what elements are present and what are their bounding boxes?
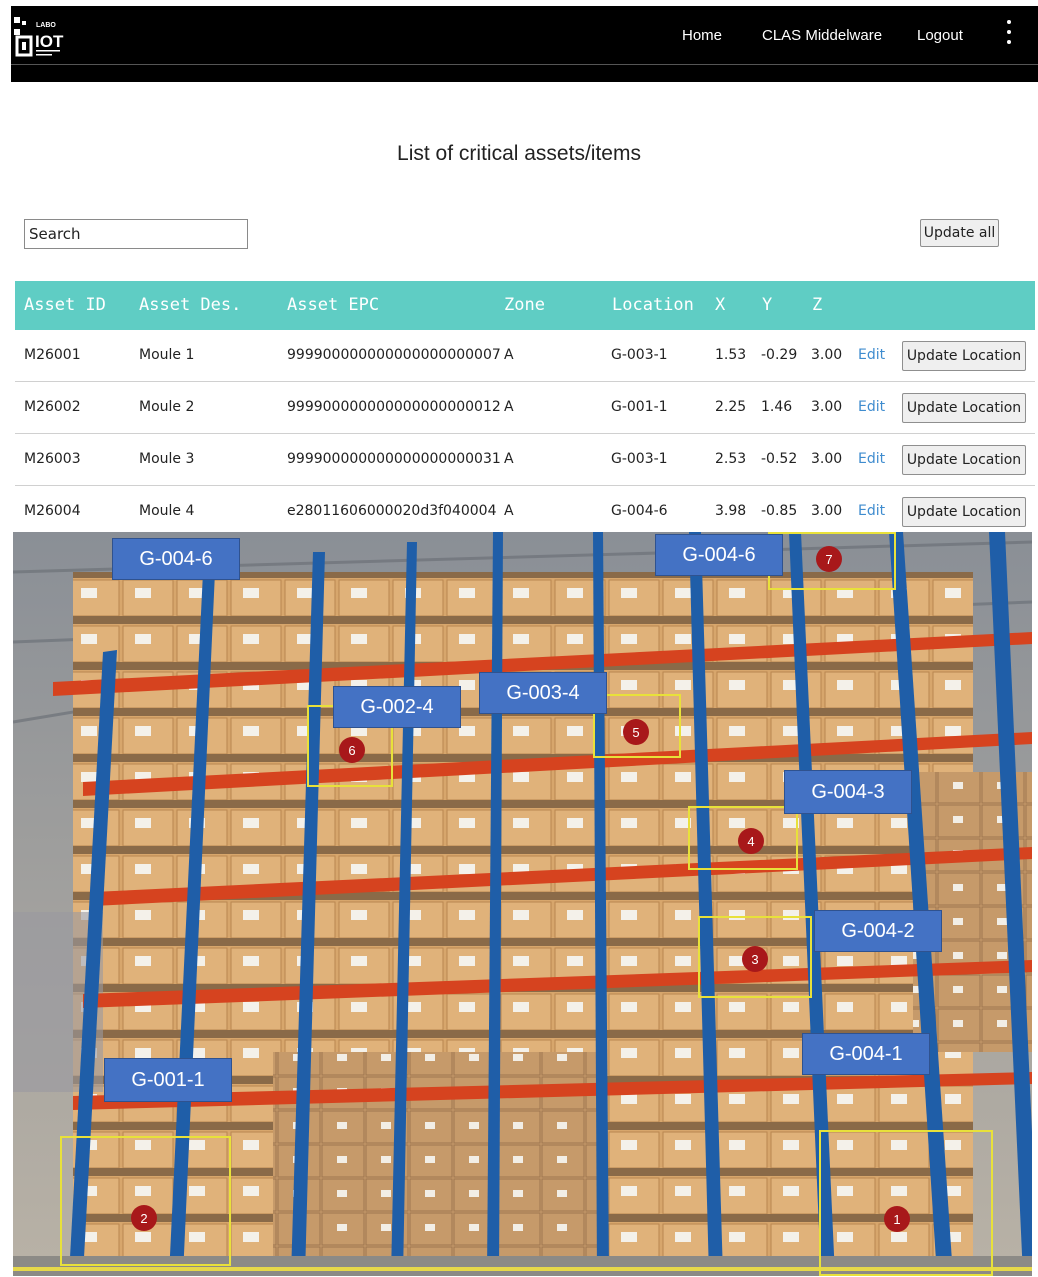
cell-asset-epc: 999900000000000000000007 xyxy=(287,347,501,363)
cell-location: G-003-1 xyxy=(611,347,668,363)
warehouse-image: G-004-6 G-004-6 G-002-4 G-003-4 G-004-3 … xyxy=(13,532,1032,1276)
location-label: G-004-6 xyxy=(655,534,783,576)
cell-x: 1.53 xyxy=(715,347,747,363)
location-label: G-004-3 xyxy=(784,770,912,814)
table-row: M26001 Moule 1 999900000000000000000007 … xyxy=(15,330,1035,382)
nav-logout-label[interactable]: Logout xyxy=(917,27,963,44)
cell-x: 2.53 xyxy=(715,451,747,467)
nav-home-label[interactable]: Home xyxy=(682,27,722,44)
cell-x: 2.25 xyxy=(715,399,747,415)
marker-4: 4 xyxy=(738,828,764,854)
col-zone: Zone xyxy=(504,295,545,315)
table-row: M26003 Moule 3 999900000000000000000031 … xyxy=(15,434,1035,486)
col-y: Y xyxy=(762,295,773,315)
edit-link[interactable]: Edit xyxy=(858,503,885,519)
cell-asset-epc: 999900000000000000000031 xyxy=(287,451,501,467)
assets-table: Asset ID Asset Des. Asset EPC Zone Locat… xyxy=(15,281,1035,538)
marker-5: 5 xyxy=(623,719,649,745)
update-location-button[interactable]: Update Location xyxy=(902,341,1026,371)
update-location-button[interactable]: Update Location xyxy=(902,497,1026,527)
edit-link[interactable]: Edit xyxy=(858,347,885,363)
cell-asset-id: M26004 xyxy=(24,503,81,519)
cell-asset-des: Moule 4 xyxy=(139,503,195,519)
location-label: G-004-1 xyxy=(802,1033,930,1075)
cell-zone: A xyxy=(504,451,514,467)
cell-x: 3.98 xyxy=(715,503,747,519)
update-all-button[interactable]: Update all xyxy=(920,219,999,247)
cell-asset-des: Moule 2 xyxy=(139,399,195,415)
edit-link[interactable]: Edit xyxy=(858,451,885,467)
cell-z: 3.00 xyxy=(811,451,843,467)
nav-clas-middelware[interactable]: CLAS Middelware xyxy=(762,6,882,64)
location-label: G-004-6 xyxy=(112,538,240,580)
cell-zone: A xyxy=(504,399,514,415)
cell-z: 3.00 xyxy=(811,503,843,519)
top-navbar: LABO IOT Home CLAS Middelware Logout xyxy=(11,6,1038,64)
cell-asset-des: Moule 3 xyxy=(139,451,195,467)
svg-text:LABO: LABO xyxy=(36,22,56,29)
location-label: G-003-4 xyxy=(479,672,607,714)
cell-zone: A xyxy=(504,503,514,519)
table-row: M26004 Moule 4 e28011606000020d3f040004 … xyxy=(15,486,1035,538)
cell-asset-epc: e28011606000020d3f040004 xyxy=(287,503,497,519)
cell-asset-id: M26002 xyxy=(24,399,81,415)
cell-location: G-001-1 xyxy=(611,399,668,415)
cell-y: -0.85 xyxy=(761,503,798,519)
highlight-box-1 xyxy=(819,1130,993,1276)
table-row: M26002 Moule 2 999900000000000000000012 … xyxy=(15,382,1035,434)
svg-text:IOT: IOT xyxy=(35,32,64,51)
cell-location: G-003-1 xyxy=(611,451,668,467)
location-label: G-002-4 xyxy=(333,686,461,728)
marker-1: 1 xyxy=(884,1206,910,1232)
marker-2: 2 xyxy=(131,1205,157,1231)
cell-y: 1.46 xyxy=(761,399,793,415)
more-menu-icon[interactable] xyxy=(1001,20,1017,44)
cell-asset-epc: 999900000000000000000012 xyxy=(287,399,501,415)
location-label: G-004-2 xyxy=(814,910,942,952)
nav-home[interactable]: Home xyxy=(682,6,722,64)
nav-clas-label[interactable]: CLAS Middelware xyxy=(762,27,882,44)
cell-y: -0.52 xyxy=(761,451,798,467)
col-x: X xyxy=(715,295,726,315)
col-asset-des: Asset Des. xyxy=(139,295,242,315)
cell-asset-des: Moule 1 xyxy=(139,347,195,363)
update-location-button[interactable]: Update Location xyxy=(902,393,1026,423)
labo-iot-logo[interactable]: LABO IOT xyxy=(14,17,76,59)
edit-link[interactable]: Edit xyxy=(858,399,885,415)
marker-3: 3 xyxy=(742,946,768,972)
search-input[interactable] xyxy=(24,219,248,249)
cell-zone: A xyxy=(504,347,514,363)
cell-z: 3.00 xyxy=(811,347,843,363)
location-label: G-001-1 xyxy=(104,1058,232,1102)
marker-7: 7 xyxy=(816,546,842,572)
page-title: List of critical assets/items xyxy=(397,142,641,165)
nav-logout[interactable]: Logout xyxy=(917,6,963,64)
table-header: Asset ID Asset Des. Asset EPC Zone Locat… xyxy=(15,281,1035,330)
cell-asset-id: M26001 xyxy=(24,347,81,363)
update-location-button[interactable]: Update Location xyxy=(902,445,1026,475)
cell-y: -0.29 xyxy=(761,347,798,363)
highlight-box-2 xyxy=(60,1136,231,1266)
col-location: Location xyxy=(612,295,694,315)
cell-location: G-004-6 xyxy=(611,503,668,519)
cell-z: 3.00 xyxy=(811,399,843,415)
col-z: Z xyxy=(812,295,823,315)
cell-asset-id: M26003 xyxy=(24,451,81,467)
marker-6: 6 xyxy=(339,737,365,763)
col-asset-id: Asset ID xyxy=(24,295,106,315)
navbar-strip xyxy=(11,64,1038,82)
col-asset-epc: Asset EPC xyxy=(287,295,380,315)
